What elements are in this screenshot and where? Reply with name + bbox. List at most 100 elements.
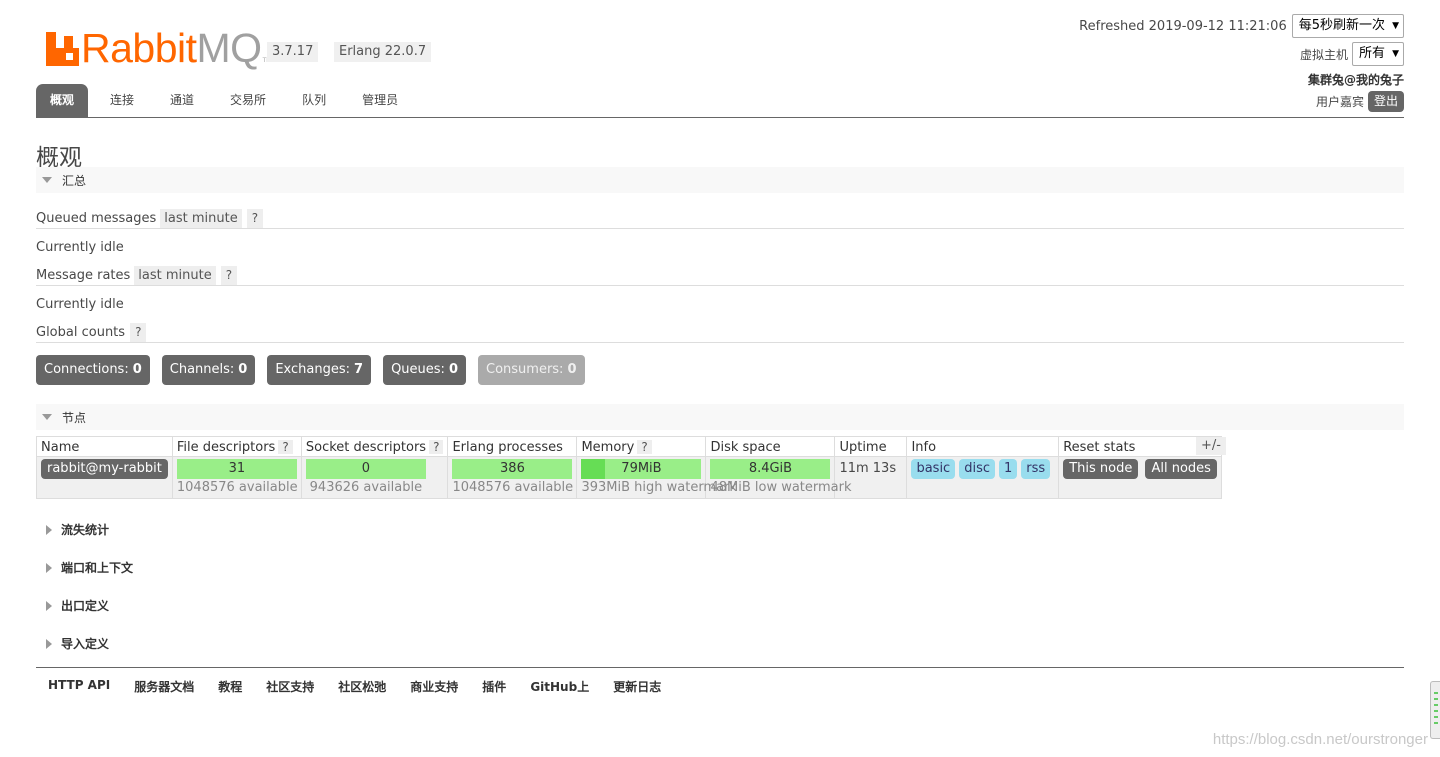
rabbitmq-logo-icon bbox=[46, 32, 79, 66]
fd-cell: 31 1048576 available bbox=[171, 456, 302, 499]
node-name-cell: rabbit@my-rabbit bbox=[36, 456, 173, 499]
info-tag-basic[interactable]: basic bbox=[911, 459, 956, 479]
section-summary-header[interactable]: 汇总 bbox=[36, 167, 1404, 193]
section-ports-contexts[interactable]: 端口和上下文 bbox=[36, 559, 133, 576]
expand-triangle-icon bbox=[46, 562, 52, 573]
global-counts-label: Global counts bbox=[36, 325, 126, 340]
footer-link-server-docs[interactable]: 服务器文档 bbox=[134, 678, 194, 695]
memory-bar: 79MiB bbox=[581, 459, 702, 479]
fd-help-button[interactable]: ? bbox=[278, 439, 293, 454]
reset-this-node-button[interactable]: This node bbox=[1063, 459, 1139, 479]
message-rates-row: Message rates last minute ? bbox=[36, 266, 238, 285]
sd-help-button[interactable]: ? bbox=[429, 439, 444, 454]
rates-idle-text: Currently idle bbox=[36, 297, 124, 312]
consumers-count-button[interactable]: Consumers: 0 bbox=[478, 355, 585, 385]
fd-available: 1048576 available bbox=[176, 480, 298, 495]
nodes-table-header: Name File descriptors? Socket descriptor… bbox=[36, 436, 1222, 457]
queued-messages-label: Queued messages bbox=[36, 211, 157, 226]
col-file-descriptors: File descriptors? bbox=[171, 436, 302, 457]
section-nodes-title: 节点 bbox=[62, 410, 87, 425]
collapse-triangle-icon bbox=[42, 177, 52, 183]
col-name: Name bbox=[36, 436, 173, 457]
logo-text: RabbitMQ bbox=[81, 25, 262, 71]
vhost-select[interactable]: 所有 bbox=[1351, 42, 1404, 66]
footer-link-commercial-support[interactable]: 商业支持 bbox=[410, 678, 458, 695]
tab-admin[interactable]: 管理员 bbox=[348, 84, 412, 117]
expand-triangle-icon bbox=[46, 638, 52, 649]
sd-bar: 0 bbox=[305, 459, 426, 479]
message-rates-label: Message rates bbox=[36, 268, 131, 283]
table-row: rabbit@my-rabbit 31 1048576 available 0 … bbox=[36, 456, 1222, 499]
col-erlang-processes: Erlang processes bbox=[447, 436, 578, 457]
side-widget-handle[interactable] bbox=[1430, 681, 1440, 739]
section-import-definitions[interactable]: 导入定义 bbox=[36, 635, 109, 652]
footer-link-plugins[interactable]: 插件 bbox=[482, 678, 506, 695]
ep-available: 1048576 available bbox=[452, 480, 574, 495]
toggle-columns-button[interactable]: +/- bbox=[1196, 437, 1226, 455]
footer-link-github[interactable]: GitHub上 bbox=[530, 678, 589, 695]
footer-links: HTTP API 服务器文档 教程 社区支持 社区松弛 商业支持 插件 GitH… bbox=[36, 667, 1404, 695]
version-badge: 3.7.17 bbox=[267, 42, 319, 62]
global-counts: Connections: 0 Channels: 0 Exchanges: 7 Que… bbox=[36, 355, 597, 385]
section-nodes-header[interactable]: 节点 bbox=[36, 404, 1404, 430]
rates-range-hint[interactable]: last minute bbox=[134, 266, 216, 285]
memory-bar-fill bbox=[581, 459, 606, 479]
section-churn-stats[interactable]: 流失统计 bbox=[36, 521, 109, 538]
footer-link-http-api[interactable]: HTTP API bbox=[48, 678, 110, 695]
col-socket-descriptors: Socket descriptors? bbox=[300, 436, 449, 457]
sd-available: 943626 available bbox=[309, 480, 423, 495]
footer-link-changelog[interactable]: 更新日志 bbox=[613, 678, 661, 695]
col-memory: Memory? bbox=[576, 436, 707, 457]
tab-channels[interactable]: 通道 bbox=[156, 84, 208, 117]
ep-cell: 386 1048576 available bbox=[447, 456, 578, 499]
disk-bar: 8.4GiB bbox=[710, 459, 831, 479]
disk-cell: 8.4GiB 48MiB low watermark bbox=[705, 456, 852, 499]
tab-connections[interactable]: 连接 bbox=[96, 84, 148, 117]
rates-help-button[interactable]: ? bbox=[220, 266, 238, 285]
disk-low-watermark: 48MiB low watermark bbox=[710, 480, 852, 495]
tab-overview[interactable]: 概观 bbox=[36, 84, 89, 117]
queues-count-button[interactable]: Queues: 0 bbox=[383, 355, 466, 385]
section-summary-title: 汇总 bbox=[62, 173, 87, 188]
memory-cell: 79MiB 393MiB high watermark bbox=[576, 456, 737, 499]
memory-help-button[interactable]: ? bbox=[637, 439, 652, 454]
fd-bar: 31 bbox=[176, 459, 297, 479]
node-name-link[interactable]: rabbit@my-rabbit bbox=[41, 459, 168, 479]
channels-count-button[interactable]: Channels: 0 bbox=[161, 355, 256, 385]
refresh-interval-select[interactable]: 每5秒刷新一次 bbox=[1291, 14, 1404, 38]
global-help-button[interactable]: ? bbox=[130, 323, 147, 342]
reset-stats-cell: This node All nodes bbox=[1058, 456, 1222, 499]
tab-exchanges[interactable]: 交易所 bbox=[216, 84, 280, 117]
reset-all-nodes-button[interactable]: All nodes bbox=[1145, 459, 1217, 479]
queued-help-button[interactable]: ? bbox=[246, 209, 264, 228]
col-disk-space: Disk space bbox=[705, 436, 836, 457]
queued-idle-text: Currently idle bbox=[36, 240, 124, 255]
section-export-definitions[interactable]: 出口定义 bbox=[36, 597, 109, 614]
watermark: https://blog.csdn.net/ourstronger bbox=[1212, 731, 1428, 748]
connections-count-button[interactable]: Connections: 0 bbox=[36, 355, 150, 385]
nodes-table: Name File descriptors? Socket descriptor… bbox=[36, 436, 1222, 499]
col-info: Info bbox=[906, 436, 1060, 457]
refreshed-timestamp: Refreshed 2019-09-12 11:21:06 bbox=[1079, 18, 1287, 34]
tab-queues[interactable]: 队列 bbox=[288, 84, 340, 117]
footer-link-community-support[interactable]: 社区支持 bbox=[266, 678, 314, 695]
main-tabs: 概观 连接 通道 交易所 队列 管理员 bbox=[36, 84, 1404, 118]
queued-range-hint[interactable]: last minute bbox=[160, 209, 242, 228]
global-counts-row: Global counts ? bbox=[36, 323, 147, 342]
info-tag-count[interactable]: 1 bbox=[999, 459, 1018, 479]
footer-link-tutorials[interactable]: 教程 bbox=[218, 678, 242, 695]
footer-link-community-slack[interactable]: 社区松弛 bbox=[338, 678, 386, 695]
info-cell: basic disc 1 rss bbox=[906, 456, 1060, 499]
ep-bar: 386 bbox=[452, 459, 573, 479]
memory-high-watermark: 393MiB high watermark bbox=[581, 480, 737, 495]
rabbitmq-logo[interactable]: RabbitMQ TM bbox=[46, 22, 271, 71]
expand-triangle-icon bbox=[46, 600, 52, 611]
info-tag-disc[interactable]: disc bbox=[959, 459, 996, 479]
info-tag-rss[interactable]: rss bbox=[1021, 459, 1051, 479]
vhost-label: 虚拟主机 bbox=[1299, 47, 1348, 62]
sd-cell: 0 943626 available bbox=[300, 456, 449, 499]
expand-triangle-icon bbox=[46, 524, 52, 535]
exchanges-count-button[interactable]: Exchanges: 7 bbox=[267, 355, 372, 385]
queued-messages-row: Queued messages last minute ? bbox=[36, 209, 264, 228]
collapse-triangle-icon bbox=[42, 414, 52, 420]
